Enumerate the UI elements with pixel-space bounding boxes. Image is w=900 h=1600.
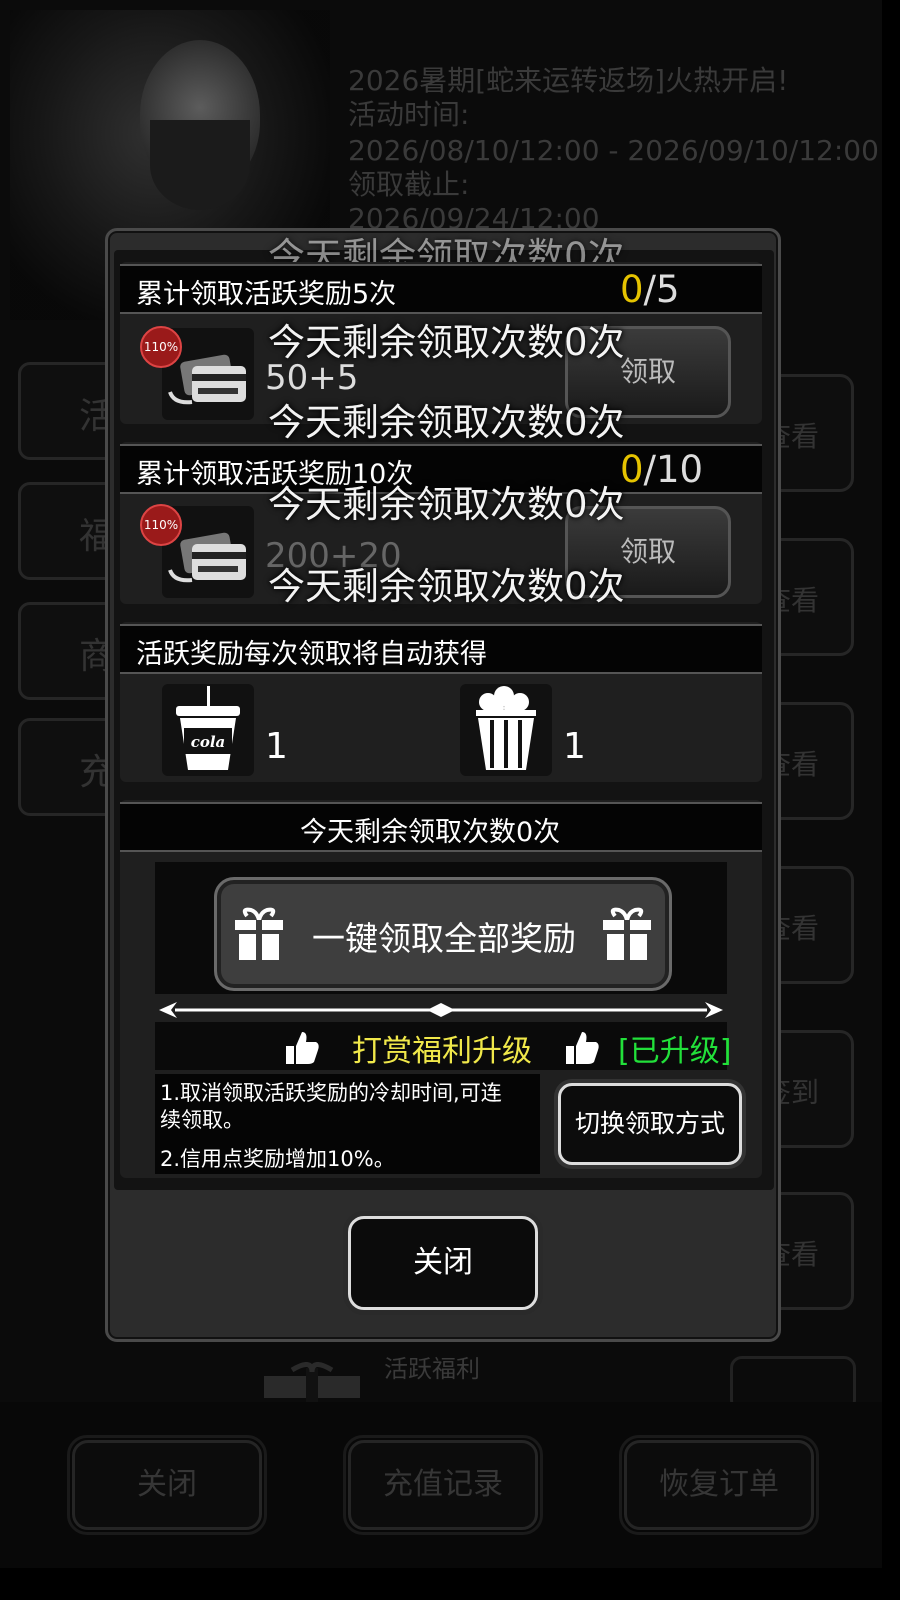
remaining-claims-overlay: 今天剩余领取次数0次 bbox=[268, 483, 625, 526]
restore-order-button[interactable]: 恢复订单 bbox=[619, 1435, 819, 1535]
bonus-badge: 110% bbox=[140, 326, 182, 368]
ornamental-divider bbox=[159, 1002, 723, 1018]
announcement-line-4: 领取截止: bbox=[348, 168, 470, 201]
portrait-beard bbox=[150, 120, 250, 210]
remaining-claims-label: 今天剩余领取次数0次 bbox=[300, 817, 561, 848]
cola-cup-icon: cola bbox=[176, 686, 240, 770]
announcement-line-3: 2026/08/10/12:00 - 2026/09/10/12:00 bbox=[348, 134, 879, 167]
recharge-history-button[interactable]: 充值记录 bbox=[343, 1435, 543, 1535]
cola-count: 1 bbox=[265, 726, 288, 767]
popcorn-icon-box bbox=[460, 684, 552, 776]
bg-close-button[interactable]: 关闭 bbox=[67, 1435, 267, 1535]
remaining-claims-overlay: 今天剩余领取次数0次 bbox=[268, 401, 625, 444]
progress-total: /10 bbox=[643, 448, 704, 491]
auto-gain-title: 活跃奖励每次领取将自动获得 bbox=[136, 639, 487, 670]
upgrade-note-2: 2.信用点奖励增加10%。 bbox=[160, 1147, 395, 1171]
announcement-line-1: 2026暑期[蛇来运转返场]火热开启! bbox=[348, 64, 789, 97]
upgrade-note-1-cont: 续领取。 bbox=[160, 1108, 244, 1132]
popcorn-count: 1 bbox=[563, 726, 586, 767]
progress-total: /5 bbox=[643, 268, 680, 311]
active-welfare-label: 活跃福利 bbox=[384, 1355, 480, 1383]
gift-icon-bg bbox=[262, 1362, 362, 1402]
cola-icon-box: cola bbox=[162, 684, 254, 776]
progress-counter: 0/5 bbox=[620, 268, 680, 311]
remaining-claims-overlay: 今天剩余领取次数0次 bbox=[268, 321, 625, 364]
switch-claim-mode-button[interactable]: 切换领取方式 bbox=[558, 1083, 742, 1165]
claim-all-label: 一键领取全部奖励 bbox=[312, 919, 576, 958]
reward-row-title: 累计领取活跃奖励5次 bbox=[136, 279, 397, 310]
claim-all-button[interactable]: 一键领取全部奖励 bbox=[214, 877, 672, 991]
upgrade-note-1: 1.取消领取活跃奖励的冷却时间,可连 bbox=[160, 1081, 502, 1105]
remaining-claims-overlay: 今天剩余领取次数0次 bbox=[268, 565, 625, 608]
thumbs-up-icon bbox=[286, 1032, 319, 1064]
progress-counter: 0/10 bbox=[620, 448, 703, 491]
announcement-line-2: 活动时间: bbox=[348, 98, 470, 131]
upgrade-status: [已升级] bbox=[618, 1034, 732, 1069]
thumbs-up-icon bbox=[566, 1032, 599, 1064]
popcorn-icon bbox=[476, 686, 536, 770]
gift-icon bbox=[235, 907, 283, 960]
upgrade-title: 打赏福利升级 bbox=[352, 1034, 532, 1069]
cola-label: cola bbox=[191, 733, 226, 751]
bonus-badge: 110% bbox=[140, 504, 182, 546]
progress-current: 0 bbox=[620, 268, 644, 311]
modal-close-button[interactable]: 关闭 bbox=[348, 1216, 538, 1310]
gift-icon bbox=[603, 907, 651, 960]
